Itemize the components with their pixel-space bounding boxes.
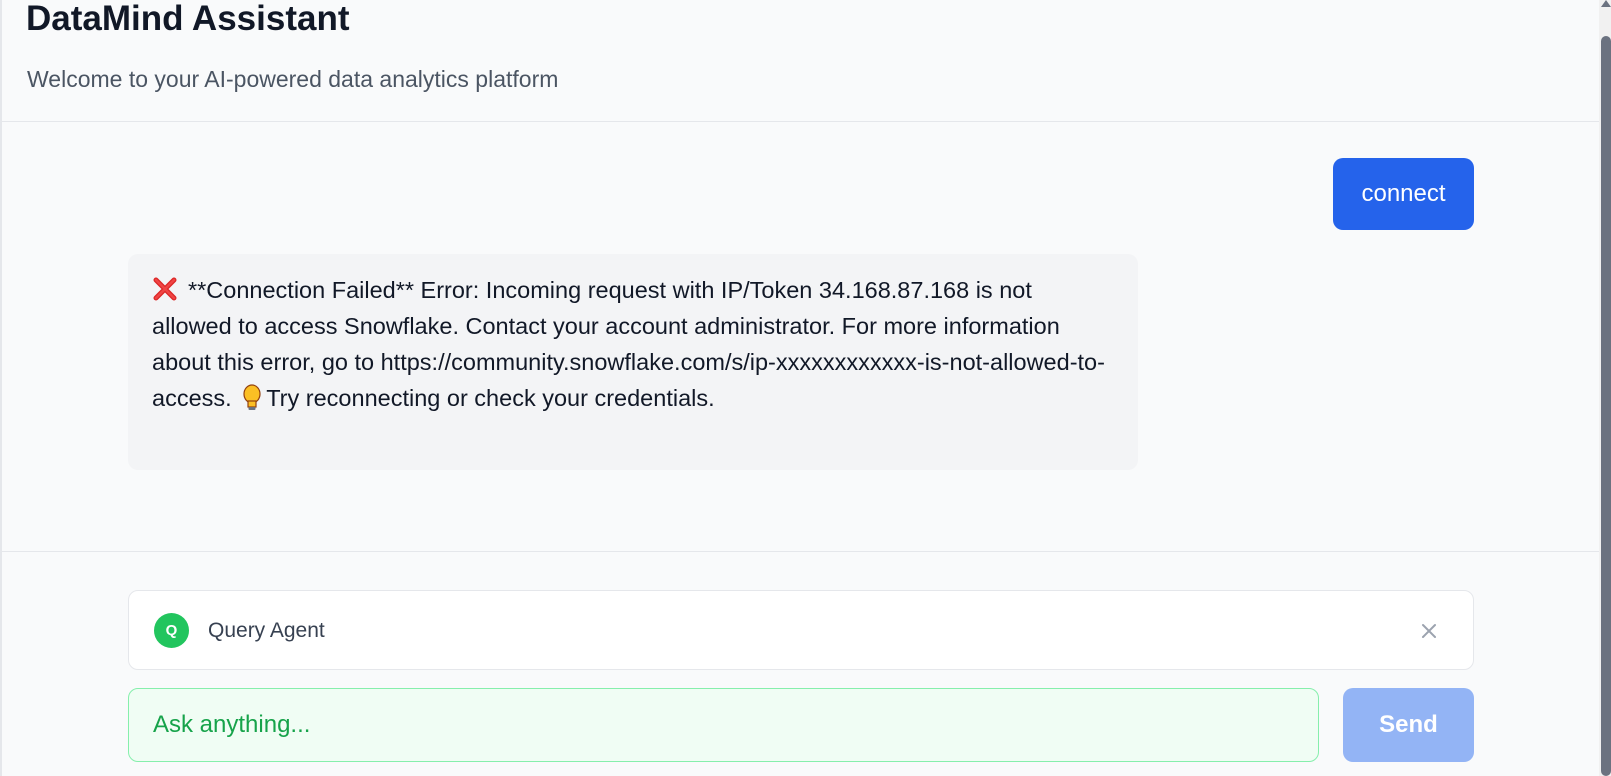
page-title: DataMind Assistant xyxy=(26,0,350,38)
light-bulb-icon xyxy=(242,384,262,412)
selected-agent-bar: Q Query Agent xyxy=(128,590,1474,670)
scroll-up-arrow-icon[interactable] xyxy=(1601,0,1611,7)
page-header: DataMind Assistant Welcome to your AI-po… xyxy=(2,0,1602,122)
scrollbar-thumb[interactable] xyxy=(1601,36,1611,776)
page-subtitle: Welcome to your AI-powered data analytic… xyxy=(27,66,559,92)
agent-name: Query Agent xyxy=(208,619,325,642)
hint-message-text: Try reconnecting or check your credentia… xyxy=(266,385,715,411)
cross-mark-icon xyxy=(152,276,178,302)
ask-input[interactable] xyxy=(128,688,1319,762)
user-message-bubble: connect xyxy=(1333,158,1474,230)
close-icon[interactable] xyxy=(1411,613,1447,649)
chat-area: connect **Connection Failed** Error: Inc… xyxy=(2,122,1602,552)
agent-avatar: Q xyxy=(154,613,189,648)
app-window: DataMind Assistant Welcome to your AI-po… xyxy=(0,0,1611,776)
send-button[interactable]: Send xyxy=(1343,688,1474,762)
assistant-message-bubble: **Connection Failed** Error: Incoming re… xyxy=(128,254,1138,470)
vertical-scrollbar[interactable] xyxy=(1599,0,1611,776)
